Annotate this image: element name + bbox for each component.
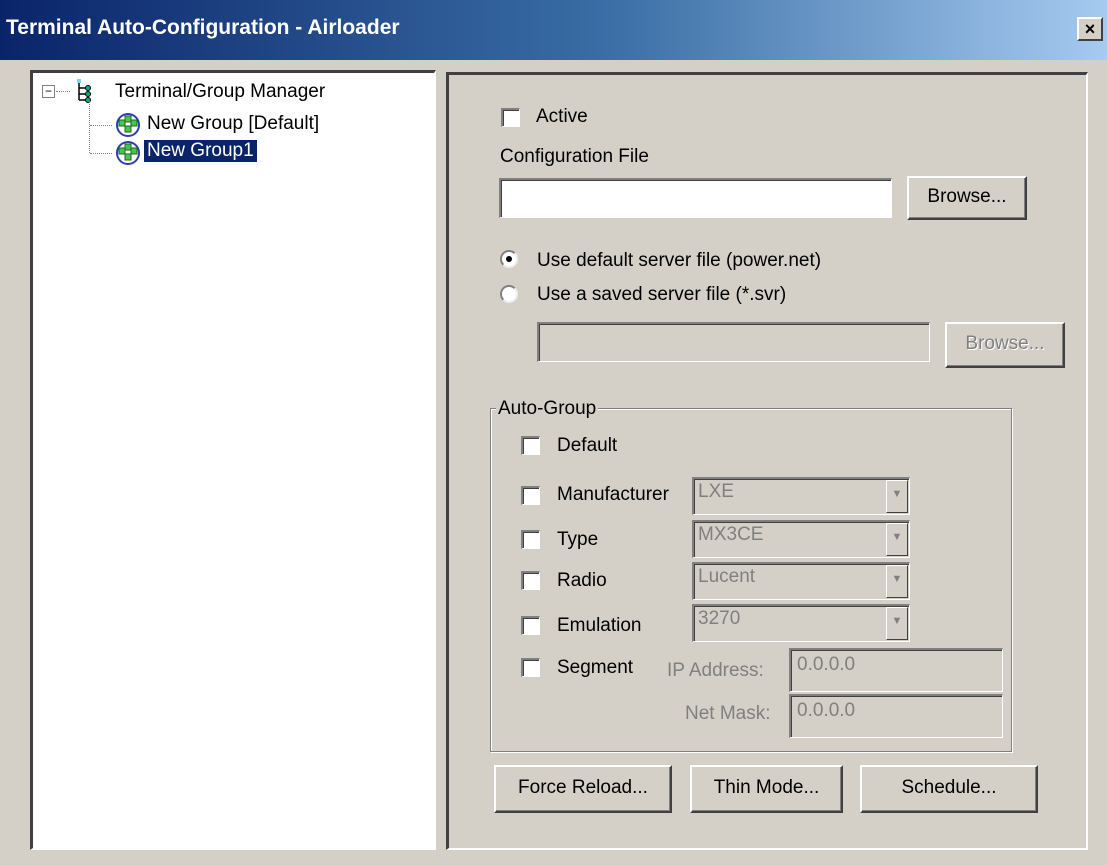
radio-checkbox[interactable] [521,571,540,590]
chevron-down-icon: ▼ [886,565,908,598]
segment-label: Segment [557,657,634,678]
saved-server-file-input[interactable] [537,322,930,362]
auto-group-title: Auto-Group [496,398,599,420]
type-checkbox[interactable] [521,530,540,549]
segment-checkbox[interactable] [521,658,540,677]
radio-label: Radio [557,570,607,591]
close-button[interactable]: × [1077,17,1103,41]
collapse-icon[interactable]: − [42,85,55,98]
group-icon [116,113,140,137]
emulation-checkbox[interactable] [521,616,540,635]
tree-item[interactable]: New Group [Default] [113,111,393,139]
manufacturer-checkbox[interactable] [521,486,540,505]
schedule-button[interactable]: Schedule... [860,765,1038,813]
force-reload-button[interactable]: Force Reload... [494,765,672,813]
configuration-file-input[interactable] [499,178,892,218]
emulation-label: Emulation [557,615,642,636]
radio-select[interactable]: Lucent ▼ [692,562,910,600]
title-bar: Terminal Auto-Configuration - Airloader … [0,0,1107,60]
manufacturer-label: Manufacturer [557,484,669,505]
default-server-label: Use default server file (power.net) [537,250,822,271]
type-label: Type [557,529,599,550]
close-icon: × [1084,19,1096,39]
default-server-radio[interactable] [500,250,518,268]
active-checkbox[interactable] [501,108,520,127]
configuration-file-label: Configuration File [500,146,649,167]
window-title: Terminal Auto-Configuration - Airloader [6,16,400,39]
group-icon [116,141,140,165]
tree-root-label[interactable]: Terminal/Group Manager [115,81,325,103]
default-label: Default [557,435,618,456]
net-mask-input[interactable]: 0.0.0.0 [789,694,1003,738]
active-label: Active [536,106,588,127]
manufacturer-select[interactable]: LXE ▼ [692,477,910,515]
group-tree[interactable]: − Terminal/Group Manager New Group [Defa… [30,70,436,850]
ip-address-label: IP Address: [667,660,764,681]
thin-mode-button[interactable]: Thin Mode... [690,765,843,813]
saved-server-label: Use a saved server file (*.svr) [537,284,787,305]
browse-saved-button[interactable]: Browse... [945,322,1065,368]
default-checkbox[interactable] [521,436,540,455]
emulation-select[interactable]: 3270 ▼ [692,604,910,642]
chevron-down-icon: ▼ [886,480,908,513]
tree-item-label: New Group1 [144,140,257,162]
tree-item-label: New Group [Default] [147,113,320,134]
chevron-down-icon: ▼ [886,607,908,640]
net-mask-label: Net Mask: [685,703,771,724]
chevron-down-icon: ▼ [886,523,908,556]
saved-server-radio[interactable] [500,285,518,303]
type-select[interactable]: MX3CE ▼ [692,520,910,558]
tree-item-selected[interactable]: New Group1 [113,139,393,167]
ip-address-input[interactable]: 0.0.0.0 [789,648,1003,692]
browse-button[interactable]: Browse... [907,176,1027,220]
